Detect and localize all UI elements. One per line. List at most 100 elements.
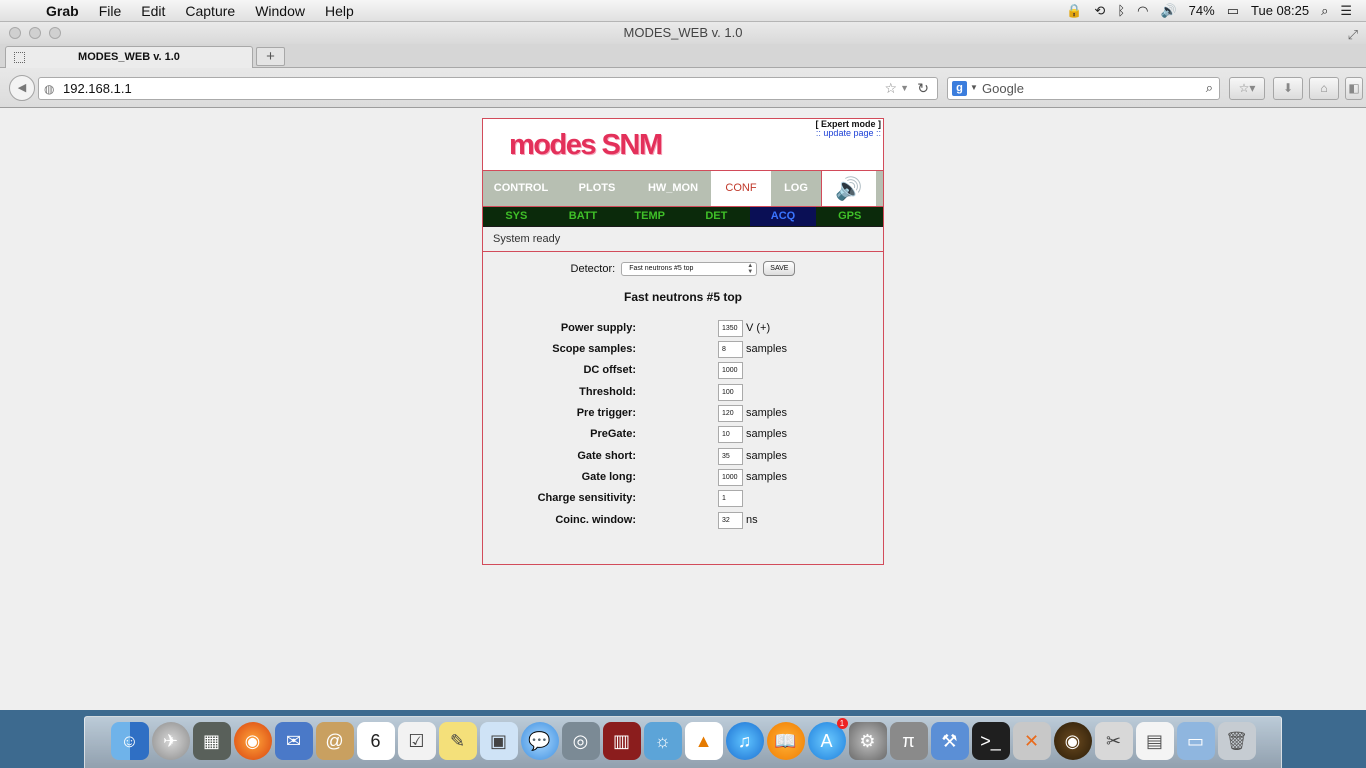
sysprefs-icon[interactable]: ⚙ — [848, 722, 887, 760]
subtab-batt[interactable]: BATT — [550, 207, 617, 226]
pre-trigger-input[interactable] — [718, 405, 743, 422]
detector-title: Fast neutrons #5 top — [623, 290, 742, 304]
scope-samples-input[interactable] — [718, 341, 743, 358]
spotlight-icon[interactable]: ⌕ — [1321, 3, 1328, 19]
main-navigation: CONTROL PLOTS HW_MON CONF LOG 🔊 — [483, 171, 883, 207]
battery-icon[interactable]: ▭ — [1227, 3, 1239, 19]
photobooth-icon[interactable]: ▥ — [602, 722, 641, 760]
param-row-threshold: Threshold: — [483, 384, 883, 402]
menu-help[interactable]: Help — [315, 0, 364, 22]
folder-icon[interactable]: ▭ — [1176, 722, 1215, 760]
close-window-button[interactable] — [9, 27, 21, 39]
zoom-window-button[interactable] — [49, 27, 61, 39]
bluetooth-icon[interactable]: ᛒ — [1117, 3, 1125, 18]
search-placeholder[interactable]: Google — [982, 81, 1024, 96]
tab-control[interactable]: CONTROL — [483, 171, 559, 206]
firefox-icon[interactable]: ◉ — [233, 722, 272, 760]
subtab-acq[interactable]: ACQ — [749, 207, 817, 226]
threshold-input[interactable] — [718, 384, 743, 401]
new-tab-button[interactable]: + — [256, 47, 285, 66]
facetime-icon[interactable]: ◎ — [561, 722, 600, 760]
gate-short-input[interactable] — [718, 448, 743, 465]
preview-icon[interactable]: ▣ — [479, 722, 518, 760]
terminal-icon[interactable]: >_ — [971, 722, 1010, 760]
subtab-det[interactable]: DET — [683, 207, 750, 226]
dc-offset-input[interactable] — [718, 362, 743, 379]
url-text[interactable]: 192.168.1.1 — [63, 81, 132, 96]
browser-tab[interactable]: MODES_WEB v. 1.0 — [5, 46, 253, 68]
tab-hw-mon[interactable]: HW_MON — [635, 171, 711, 206]
minimize-window-button[interactable] — [29, 27, 41, 39]
google-engine-icon[interactable]: g — [952, 81, 967, 96]
menu-window[interactable]: Window — [245, 0, 315, 22]
engine-dropdown-icon[interactable]: ▼ — [970, 83, 978, 92]
menu-edit[interactable]: Edit — [131, 0, 175, 22]
reload-icon[interactable]: ↻ — [917, 80, 929, 97]
latex-icon[interactable]: π — [889, 722, 928, 760]
ibooks-icon[interactable]: 📖 — [766, 722, 805, 760]
mail-icon[interactable]: ✉ — [274, 722, 313, 760]
app-menu[interactable]: Grab — [36, 0, 89, 22]
addon-icon[interactable]: ◧ — [1345, 77, 1363, 100]
update-page-link[interactable]: update page — [823, 128, 873, 138]
clock[interactable]: Tue 08:25 — [1251, 3, 1309, 18]
modes-snm-logo: modes SNM — [509, 129, 663, 161]
downloads-icon[interactable]: ⬇ — [1273, 77, 1303, 100]
wifi-icon[interactable]: ◠ — [1137, 3, 1148, 19]
tab-bar: MODES_WEB v. 1.0 + — [0, 44, 1366, 68]
tab-log[interactable]: LOG — [771, 171, 821, 206]
trash-icon[interactable]: 🗑 — [1217, 722, 1256, 760]
pregate-input[interactable] — [718, 426, 743, 443]
x11-icon[interactable]: ✕ — [1012, 722, 1051, 760]
power-supply-input[interactable] — [718, 320, 743, 337]
reminders-icon[interactable]: ☑ — [397, 722, 436, 760]
grab-icon[interactable]: ✂ — [1094, 722, 1133, 760]
search-icon[interactable]: ⌕ — [1206, 80, 1213, 96]
messages-icon[interactable]: 💬 — [520, 722, 559, 760]
contacts-icon[interactable]: @ — [315, 722, 354, 760]
home-icon[interactable]: ⌂ — [1309, 77, 1339, 100]
xcode-icon[interactable]: ⚒ — [930, 722, 969, 760]
vlc-icon[interactable]: ▲ — [684, 722, 723, 760]
subtab-gps[interactable]: GPS — [816, 207, 883, 226]
gate-long-input[interactable] — [718, 469, 743, 486]
menu-file[interactable]: File — [89, 0, 132, 22]
save-button[interactable]: SAVE — [763, 261, 796, 276]
param-unit: samples — [746, 471, 787, 483]
appstore-icon[interactable]: A1 — [807, 718, 848, 760]
search-bar[interactable]: g ▼ Google ⌕ — [947, 77, 1220, 100]
tab-conf[interactable]: CONF — [711, 171, 771, 206]
detector-row: Detector: Fast neutrons #5 top ▲ ▼ SAVE — [483, 261, 883, 276]
document-icon[interactable]: ▤ — [1135, 722, 1174, 760]
menu-capture[interactable]: Capture — [175, 0, 245, 22]
time-machine-icon[interactable]: ⟲ — [1094, 3, 1105, 19]
coinc-window-input[interactable] — [718, 512, 743, 529]
title-bar: MODES_WEB v. 1.0 ⤢ — [0, 22, 1366, 44]
param-unit: samples — [746, 407, 787, 419]
history-dropdown-icon[interactable]: ▼ — [900, 83, 909, 93]
itunes-icon[interactable]: ♫ — [725, 722, 764, 760]
volume-icon[interactable]: 🔊 — [1160, 3, 1176, 19]
address-bar[interactable]: ◍ 192.168.1.1 ☆ ▼ ↻ — [38, 77, 938, 100]
battery-percent[interactable]: 74% — [1189, 3, 1215, 18]
finder-icon[interactable]: ☺ — [110, 722, 149, 760]
dvd-icon[interactable]: ◉ — [1053, 722, 1092, 760]
bookmarks-button[interactable]: ☆▾ — [1229, 77, 1265, 100]
param-row-scope-samples: Scope samples: samples — [483, 341, 883, 359]
lock-icon[interactable]: 🔒 — [1066, 3, 1082, 19]
detector-select[interactable]: Fast neutrons #5 top ▲ ▼ — [621, 261, 758, 276]
subtab-sys[interactable]: SYS — [483, 207, 550, 226]
iphoto-icon[interactable]: ☼ — [643, 722, 682, 760]
subtab-temp[interactable]: TEMP — [616, 207, 683, 226]
bookmark-star-icon[interactable]: ☆ — [884, 80, 897, 97]
fullscreen-icon[interactable]: ⤢ — [1348, 24, 1358, 46]
notes-icon[interactable]: ✎ — [438, 722, 477, 760]
calendar-icon[interactable]: 6 — [356, 722, 395, 760]
launchpad-icon[interactable]: ✈ — [151, 722, 190, 760]
speaker-icon[interactable]: 🔊 — [821, 171, 876, 206]
back-button[interactable]: ◀ — [9, 75, 35, 101]
charge-sensitivity-input[interactable] — [718, 490, 743, 507]
notification-center-icon[interactable]: ☰ — [1340, 3, 1352, 19]
photo-icon[interactable]: ▦ — [192, 722, 231, 760]
tab-plots[interactable]: PLOTS — [559, 171, 635, 206]
